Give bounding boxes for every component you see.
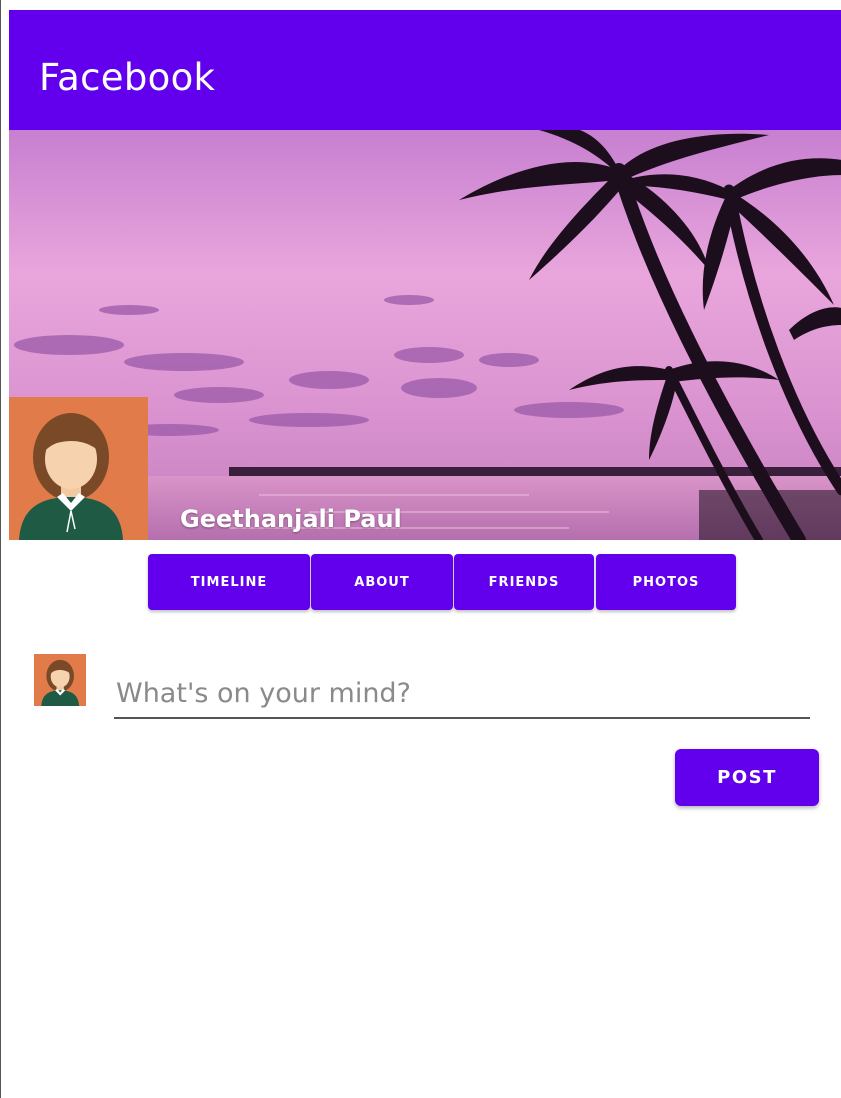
post-button[interactable]: POST <box>675 749 819 806</box>
woman-avatar-icon <box>9 397 148 540</box>
status-input[interactable] <box>114 665 810 719</box>
tab-photos[interactable]: PHOTOS <box>596 554 736 610</box>
tab-about[interactable]: ABOUT <box>311 554 453 610</box>
post-button-label: POST <box>717 767 777 788</box>
tab-photos-label: PHOTOS <box>632 574 700 590</box>
profile-picture[interactable] <box>9 397 148 540</box>
app-title: Facebook <box>39 56 216 99</box>
app-bar: Facebook <box>9 10 841 130</box>
tab-timeline-label: TIMELINE <box>190 574 268 590</box>
tab-friends[interactable]: FRIENDS <box>454 554 594 610</box>
app-screen: Facebook Geethanjali Paul TIMELINE ABOUT… <box>0 0 841 1098</box>
tab-friends-label: FRIENDS <box>488 574 560 590</box>
tab-about-label: ABOUT <box>354 574 410 590</box>
profile-name: Geethanjali Paul <box>180 505 402 533</box>
composer-avatar <box>34 654 86 706</box>
tab-timeline[interactable]: TIMELINE <box>148 554 310 610</box>
woman-avatar-icon <box>34 654 86 706</box>
